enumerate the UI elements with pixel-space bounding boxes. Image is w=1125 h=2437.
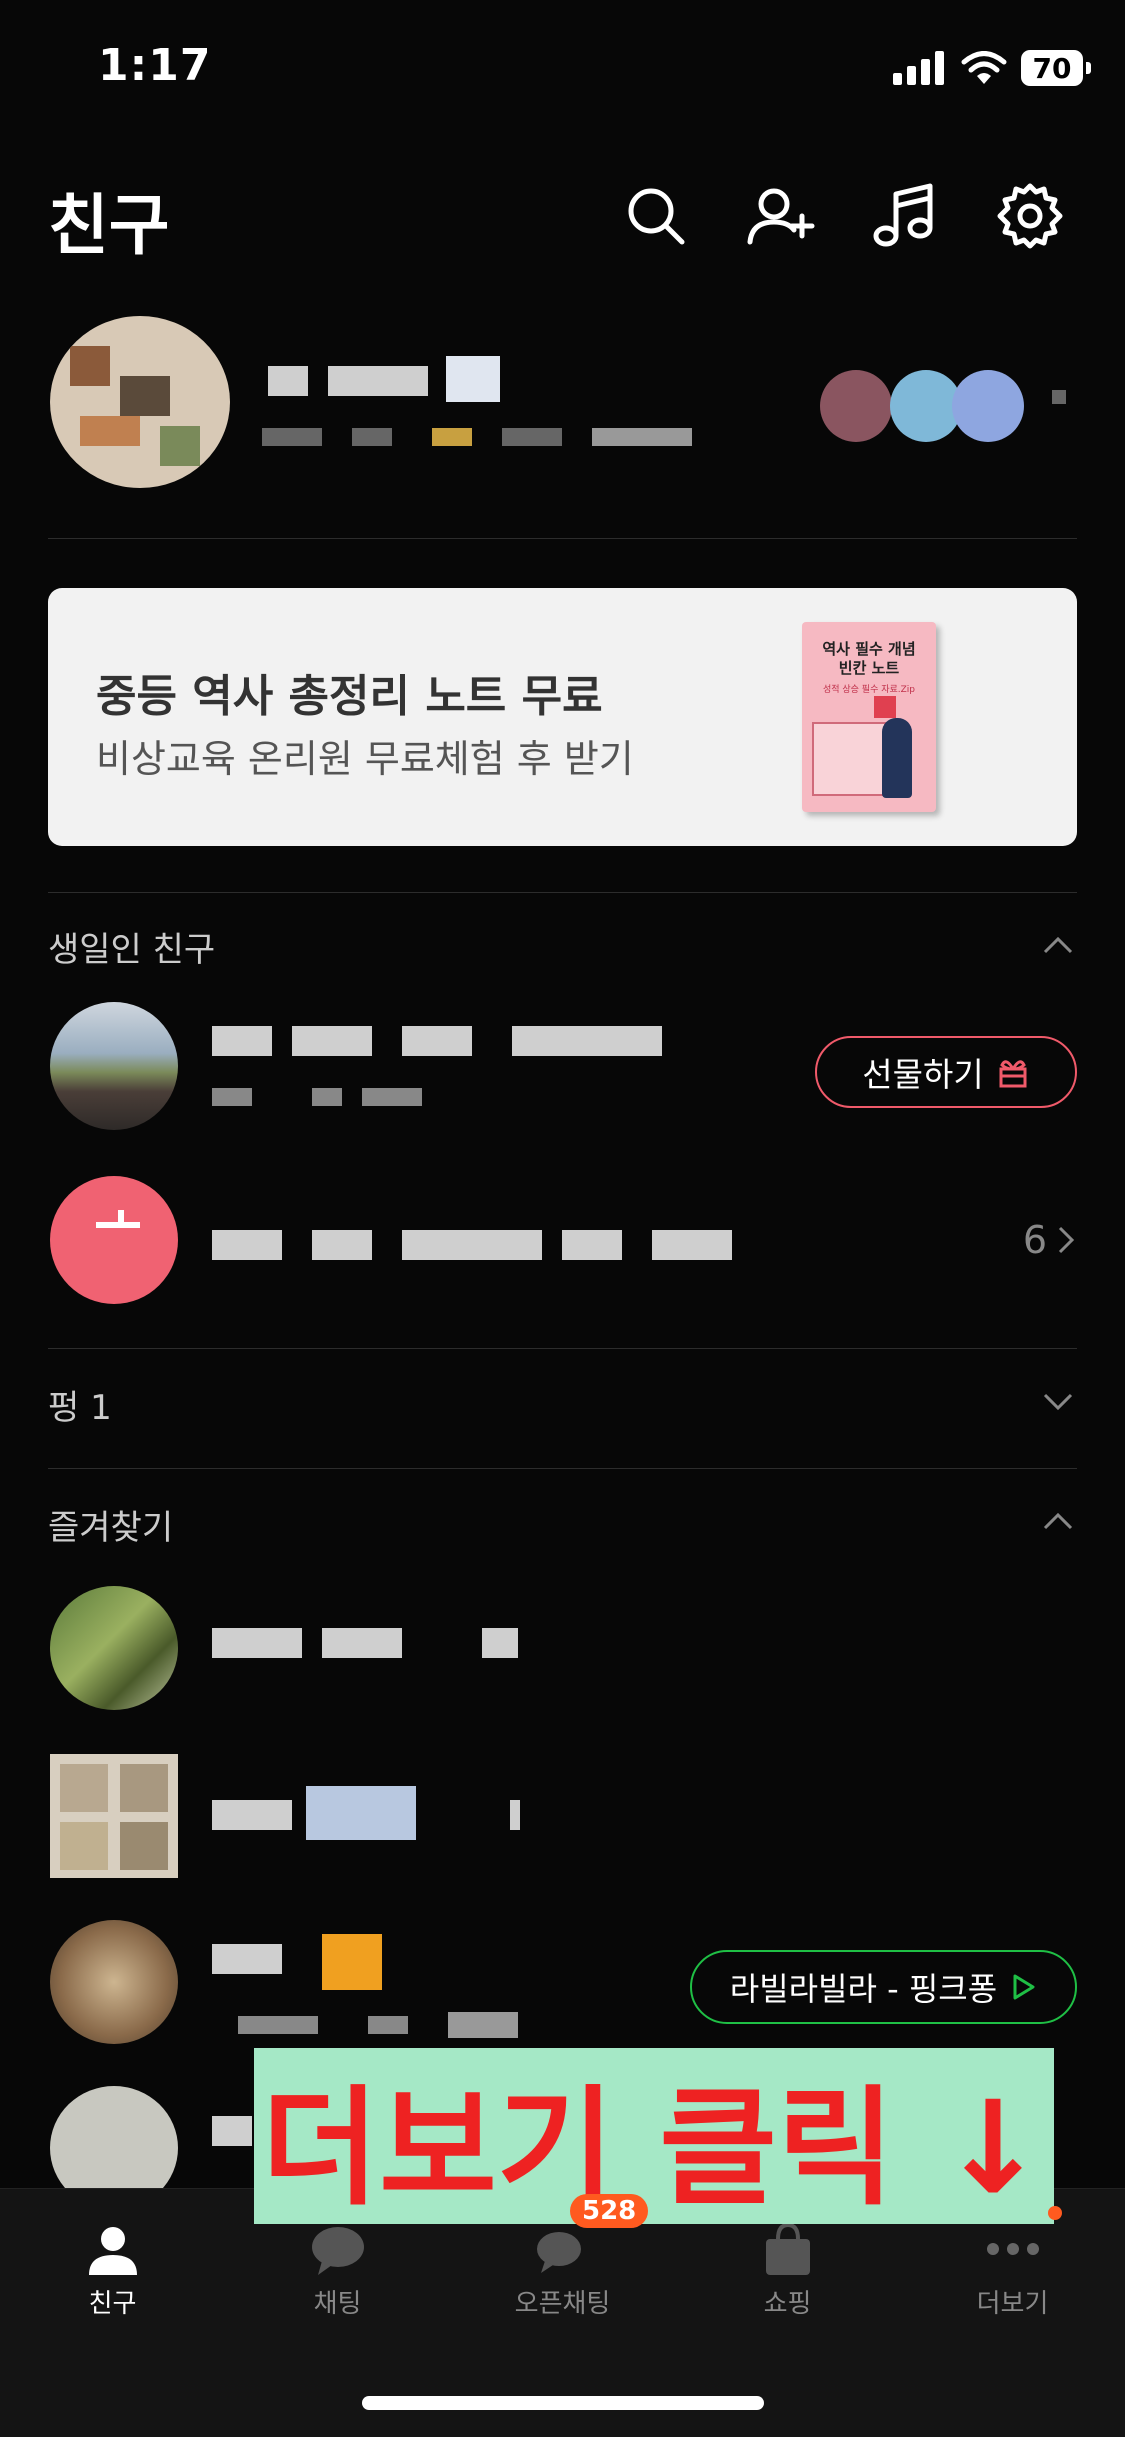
ad-banner[interactable]: 중등 역사 총정리 노트 무료 비상교육 온리원 무료체험 후 받기 역사 필수… [48, 588, 1077, 846]
friend-name [212, 1934, 452, 1994]
my-profile-avatar[interactable] [50, 316, 230, 488]
home-indicator[interactable] [362, 2396, 764, 2410]
gift-button-label: 선물하기 [862, 1055, 984, 1094]
list-item[interactable] [48, 1174, 1077, 1310]
birthday-more[interactable]: 6 [1023, 1218, 1077, 1262]
avatar [50, 1754, 178, 1878]
divider [48, 1468, 1077, 1469]
open-chat-badge: 528 [570, 2194, 649, 2228]
cellular-signal-icon [893, 51, 944, 85]
profile-music-thumbnails[interactable] [820, 366, 1070, 446]
wifi-icon [961, 51, 1007, 84]
avatar [50, 1586, 178, 1710]
tab-label: 채팅 [313, 2289, 362, 2319]
chevron-right-icon [1058, 1226, 1075, 1254]
status-time: 1:17 [98, 40, 212, 91]
page-title: 친구 [48, 187, 170, 264]
tab-label: 친구 [88, 2289, 137, 2319]
tab-label: 오픈채팅 [514, 2289, 611, 2319]
tab-friends[interactable]: 친구 [0, 2189, 225, 2329]
friend-name [212, 1022, 662, 1062]
friend-name [212, 1786, 532, 1842]
tab-label: 더보기 [976, 2289, 1049, 2319]
add-friend-icon[interactable] [744, 180, 816, 252]
friend-name [212, 1622, 532, 1662]
avatar [50, 1920, 178, 2044]
book-title: 역사 필수 개념 빈칸 노트 [822, 640, 916, 677]
birthday-friends-summary [212, 1226, 772, 1266]
battery-indicator: 70 [1021, 50, 1091, 86]
birthday-cake-avatar [50, 1176, 178, 1304]
settings-icon[interactable] [994, 180, 1066, 252]
birthday-count: 6 [1022, 1218, 1047, 1262]
search-icon[interactable] [620, 180, 692, 252]
friend-status [212, 1086, 432, 1110]
list-item[interactable] [48, 1752, 1077, 1882]
status-indicators: 70 [893, 44, 1091, 92]
more-new-dot [1048, 2206, 1062, 2220]
gift-button[interactable]: 선물하기 [815, 1036, 1077, 1108]
banner-book-image: 역사 필수 개념 빈칸 노트 성적 상승 필수 자료.Zip [802, 622, 936, 812]
friend-status [238, 2012, 578, 2038]
pung-section-label[interactable]: 펑 1 [48, 1380, 112, 1429]
my-profile-status [262, 422, 692, 454]
favorites-section-label: 즐겨찾기 [48, 1508, 174, 1548]
profile-music-pill[interactable]: 라빌라빌라 - 핑크퐁 [690, 1950, 1077, 2024]
book-subtitle: 성적 상승 필수 자료.Zip [822, 685, 916, 695]
music-pill-label: 라빌라빌라 - 핑크퐁 [729, 1970, 998, 2008]
divider [48, 892, 1077, 893]
annotation-overlay: 더보기 클릭 ↓ [254, 2048, 1054, 2224]
music-icon[interactable] [868, 180, 940, 252]
chevron-up-icon[interactable] [1041, 1504, 1075, 1538]
list-item[interactable] [48, 1582, 1077, 1712]
my-profile-name [268, 356, 500, 408]
avatar [50, 1002, 178, 1130]
gift-icon [999, 1060, 1027, 1088]
divider [48, 1348, 1077, 1349]
divider [48, 538, 1077, 539]
person-icon [88, 2227, 137, 2275]
tab-label: 쇼핑 [763, 2289, 812, 2319]
friend-name [212, 2116, 252, 2146]
birthday-section-label: 생일인 친구 [48, 930, 216, 970]
chevron-down-icon[interactable] [1041, 1384, 1075, 1418]
banner-subtitle: 비상교육 온리원 무료체험 후 받기 [96, 737, 634, 781]
chevron-up-icon[interactable] [1041, 928, 1075, 962]
play-icon [1013, 1974, 1035, 2000]
banner-title: 중등 역사 총정리 노트 무료 [96, 671, 603, 722]
